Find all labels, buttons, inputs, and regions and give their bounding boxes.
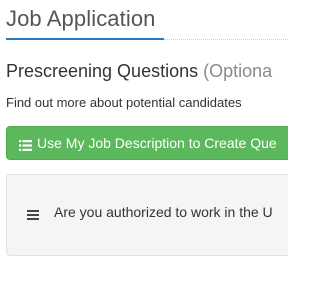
- create-questions-button-label: Use My Job Description to Create Que: [37, 135, 277, 151]
- page-title: Job Application: [6, 6, 156, 31]
- question-item[interactable]: Are you authorized to work in the U: [27, 204, 273, 220]
- page-header: Job Application: [6, 4, 288, 40]
- prescreening-helper-text: Find out more about potential candidates: [6, 95, 242, 110]
- prescreening-heading: Prescreening Questions (Optiona: [6, 61, 272, 82]
- question-text: Are you authorized to work in the U: [54, 204, 273, 220]
- optional-label: (Optiona: [203, 61, 273, 81]
- title-underline: [6, 38, 164, 40]
- page: Job Application Prescreening Questions (…: [0, 0, 288, 288]
- create-questions-button[interactable]: Use My Job Description to Create Que: [6, 126, 288, 160]
- list-icon: [19, 138, 32, 151]
- title-divider: [164, 39, 288, 40]
- drag-handle-icon[interactable]: [27, 207, 39, 220]
- question-list-panel: Are you authorized to work in the U: [6, 174, 288, 256]
- prescreening-heading-text: Prescreening Questions: [6, 61, 199, 81]
